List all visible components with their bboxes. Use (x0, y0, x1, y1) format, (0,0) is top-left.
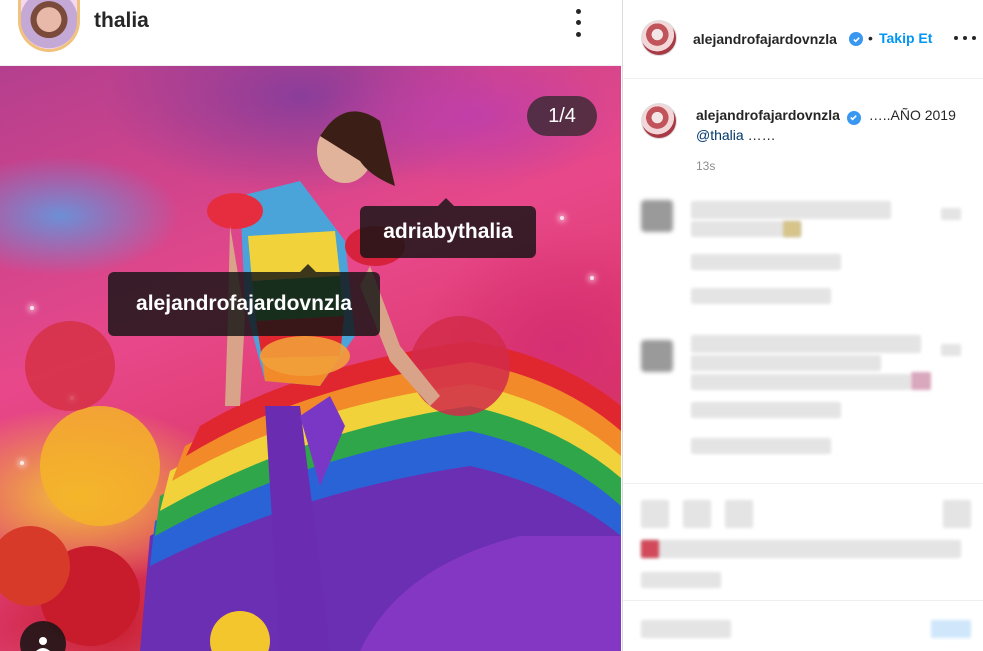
comment-emoji-blurred (911, 372, 931, 390)
comment-like-blurred (941, 208, 961, 220)
caption-body: …..AÑO 2019 (868, 107, 956, 123)
author-username[interactable]: thalia (94, 9, 149, 33)
like-icon-blurred[interactable] (641, 500, 669, 528)
more-horizontal-icon[interactable] (954, 32, 976, 44)
post-sidebar: alejandrofajardovnzla • Takip Et alejand… (622, 0, 983, 651)
comment-icon-blurred[interactable] (683, 500, 711, 528)
verified-badge-icon (846, 110, 861, 125)
user-tag-adriabythalia[interactable]: adriabythalia (360, 206, 536, 258)
owner-avatar[interactable] (641, 20, 677, 56)
user-tag-alejandrofajardovnzla[interactable]: alejandrofajardovnzla (108, 272, 380, 336)
post-media-column: thalia 1/4 adriabythalia alejandrofajard… (0, 0, 621, 651)
verified-badge-icon (849, 32, 863, 46)
comment-avatar-blurred (641, 200, 673, 232)
instagram-post-view: thalia 1/4 adriabythalia alejandrofajard… (0, 0, 983, 651)
author-avatar[interactable] (18, 0, 80, 52)
carousel-counter: 1/4 (527, 96, 597, 136)
comment-text-blurred (691, 335, 921, 353)
actions-divider (623, 483, 983, 484)
comment-avatar-blurred (641, 340, 673, 372)
post-header: thalia (0, 0, 621, 66)
comment-emoji-blurred (783, 221, 801, 237)
comment-meta-blurred (691, 402, 841, 418)
comment-replies-blurred (691, 288, 831, 304)
likes-avatar-blurred (641, 540, 659, 558)
comment-text-blurred (691, 201, 891, 219)
owner-username[interactable]: alejandrofajardovnzla (693, 31, 837, 47)
tag-pointer (300, 264, 316, 272)
likes-text-blurred (641, 540, 961, 558)
post-date-blurred (641, 572, 721, 588)
caption: alejandrofajardovnzla …..AÑO 2019 @thali… (696, 105, 976, 145)
caption-avatar[interactable] (641, 103, 677, 139)
header-separator: • (868, 30, 873, 46)
caption-timestamp: 13s (696, 159, 716, 173)
comment-text-blurred (691, 355, 881, 371)
comment-meta-blurred (691, 254, 841, 270)
comment-box-divider (623, 600, 983, 601)
caption-suffix: …… (743, 127, 776, 143)
comment-text-blurred (691, 374, 911, 390)
comment-replies-blurred (691, 438, 831, 454)
follow-button[interactable]: Takip Et (879, 30, 932, 46)
save-icon-blurred[interactable] (943, 500, 971, 528)
rainbow-skirt (140, 341, 621, 651)
share-icon-blurred[interactable] (725, 500, 753, 528)
comment-like-blurred (941, 344, 961, 356)
dancer-illustration (0, 111, 621, 651)
sidebar-header: alejandrofajardovnzla • Takip Et (623, 0, 983, 79)
caption-mention[interactable]: @thalia (696, 127, 744, 143)
post-photo[interactable]: 1/4 adriabythalia alejandrofajardovnzla (0, 66, 621, 651)
tag-pointer (438, 198, 454, 206)
caption-username[interactable]: alejandrofajardovnzla (696, 107, 840, 123)
more-vertical-icon[interactable] (566, 6, 590, 40)
add-comment-blurred[interactable] (641, 620, 731, 638)
post-comment-blurred[interactable] (931, 620, 971, 638)
